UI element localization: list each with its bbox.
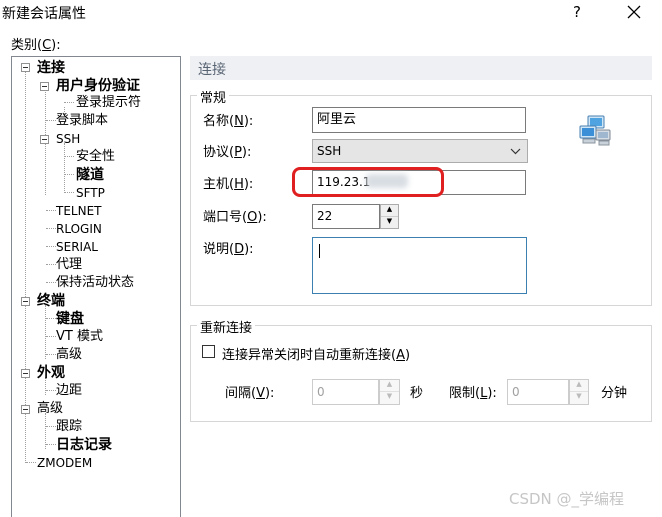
- highlight-annotation: [292, 167, 444, 197]
- auto-reconnect-label[interactable]: 连接异常关闭时自动重新连接(A): [222, 344, 410, 363]
- title-bar: [0, 0, 662, 26]
- spin-up-icon[interactable]: ▲: [381, 205, 398, 217]
- tree-connector: [46, 336, 56, 337]
- tree-item-keyboard[interactable]: 键盘: [56, 310, 84, 328]
- window-title: 新建会话属性: [2, 6, 86, 22]
- interval-spinner[interactable]: ▲ ▼: [379, 379, 400, 405]
- tree-connector: [64, 143, 65, 193]
- collapse-icon[interactable]: [21, 405, 30, 414]
- tree-item-security[interactable]: 安全性: [76, 148, 115, 166]
- tree-item-keep-alive[interactable]: 保持活动状态: [56, 274, 134, 292]
- spin-up-icon[interactable]: ▲: [570, 380, 588, 392]
- collapse-icon[interactable]: [21, 369, 30, 378]
- name-label: 名称(N):: [203, 114, 254, 129]
- help-button[interactable]: ?: [566, 1, 588, 23]
- limit-spinner[interactable]: ▲ ▼: [569, 379, 589, 405]
- tree-item-telnet[interactable]: TELNET: [56, 202, 102, 220]
- category-tree[interactable]: 连接 用户身份验证 登录提示符 登录脚本 SSH 安全性 隧道 SFTP TEL…: [11, 56, 181, 517]
- auto-reconnect-checkbox[interactable]: [202, 345, 215, 358]
- description-textarea[interactable]: [312, 237, 527, 294]
- tree-connector: [46, 426, 56, 427]
- tree-item-appearance[interactable]: 外观: [37, 364, 65, 382]
- tree-connector: [64, 102, 74, 103]
- reconnect-group-title: 重新连接: [197, 317, 256, 336]
- category-label: 类别(C):: [11, 38, 61, 53]
- tree-item-terminal[interactable]: 终端: [37, 292, 65, 310]
- tree-connector: [46, 282, 56, 283]
- limit-label: 限制(L):: [449, 386, 497, 401]
- tree-connector: [46, 390, 56, 391]
- panel-header-title: 连接: [198, 62, 226, 78]
- port-label: 端口号(O):: [203, 210, 267, 225]
- text-caret: [319, 244, 320, 258]
- tree-connector: [46, 318, 56, 319]
- tree-connector: [64, 156, 74, 157]
- tree-connector: [46, 210, 56, 211]
- tree-connector: [46, 264, 56, 265]
- tree-item-connection[interactable]: 连接: [37, 59, 65, 77]
- tree-item-advanced[interactable]: 高级: [37, 400, 63, 418]
- watermark: CSDN @_学编程: [509, 490, 625, 508]
- tree-connector: [46, 444, 56, 445]
- collapse-icon[interactable]: [40, 82, 49, 91]
- spin-down-icon[interactable]: ▼: [380, 392, 399, 404]
- interval-label: 间隔(V):: [225, 386, 275, 401]
- collapse-icon[interactable]: [21, 63, 30, 72]
- description-label: 说明(D):: [203, 242, 254, 257]
- tree-item-logging[interactable]: 日志记录: [56, 436, 112, 454]
- tree-connector: [26, 462, 36, 463]
- tree-item-sftp[interactable]: SFTP: [76, 184, 105, 202]
- tree-item-login-script[interactable]: 登录脚本: [56, 112, 108, 130]
- tree-item-zmodem[interactable]: ZMODEM: [37, 454, 92, 472]
- tree-item-proxy[interactable]: 代理: [56, 256, 82, 274]
- tree-item-trace[interactable]: 跟踪: [56, 418, 82, 436]
- tree-item-serial[interactable]: SERIAL: [56, 238, 98, 256]
- spin-down-icon[interactable]: ▼: [381, 217, 398, 229]
- tree-connector: [64, 174, 74, 175]
- close-button[interactable]: [620, 0, 648, 24]
- panel-header: 连接: [190, 56, 652, 80]
- network-computers-icon: [579, 115, 611, 146]
- protocol-select[interactable]: SSH: [312, 139, 528, 163]
- tree-item-rlogin[interactable]: RLOGIN: [56, 220, 102, 238]
- interval-unit: 秒: [410, 386, 424, 401]
- tree-connector: [45, 305, 46, 359]
- protocol-value: SSH: [317, 144, 342, 158]
- port-spinner[interactable]: ▲ ▼: [380, 204, 399, 229]
- protocol-label: 协议(P):: [203, 145, 252, 160]
- reconnect-group: [190, 325, 652, 422]
- port-input[interactable]: 22: [312, 204, 380, 229]
- close-icon: [627, 5, 641, 19]
- limit-unit: 分钟: [601, 386, 628, 401]
- host-label: 主机(H):: [203, 177, 254, 192]
- tree-item-user-auth[interactable]: 用户身份验证: [56, 77, 140, 95]
- tree-item-ssh[interactable]: SSH: [56, 130, 80, 148]
- tree-connector: [46, 246, 56, 247]
- tree-connector: [64, 192, 74, 193]
- tree-item-login-prompts[interactable]: 登录提示符: [76, 94, 141, 112]
- chevron-down-icon: [510, 148, 521, 155]
- tree-item-tunneling[interactable]: 隧道: [76, 166, 104, 184]
- name-input[interactable]: 阿里云: [312, 107, 526, 133]
- tree-item-margins[interactable]: 边距: [56, 382, 82, 400]
- limit-input[interactable]: 0: [507, 379, 569, 405]
- tree-connector: [46, 354, 56, 355]
- collapse-icon[interactable]: [21, 297, 30, 306]
- spin-up-icon[interactable]: ▲: [380, 380, 399, 392]
- tree-connector: [46, 228, 56, 229]
- interval-input[interactable]: 0: [312, 379, 379, 405]
- tree-item-vt-mode[interactable]: VT 模式: [56, 328, 103, 346]
- tree-connector: [46, 120, 56, 121]
- general-group-title: 常规: [197, 87, 230, 106]
- spin-down-icon[interactable]: ▼: [570, 392, 588, 404]
- tree-item-terminal-advanced[interactable]: 高级: [56, 346, 82, 364]
- collapse-icon[interactable]: [40, 135, 49, 144]
